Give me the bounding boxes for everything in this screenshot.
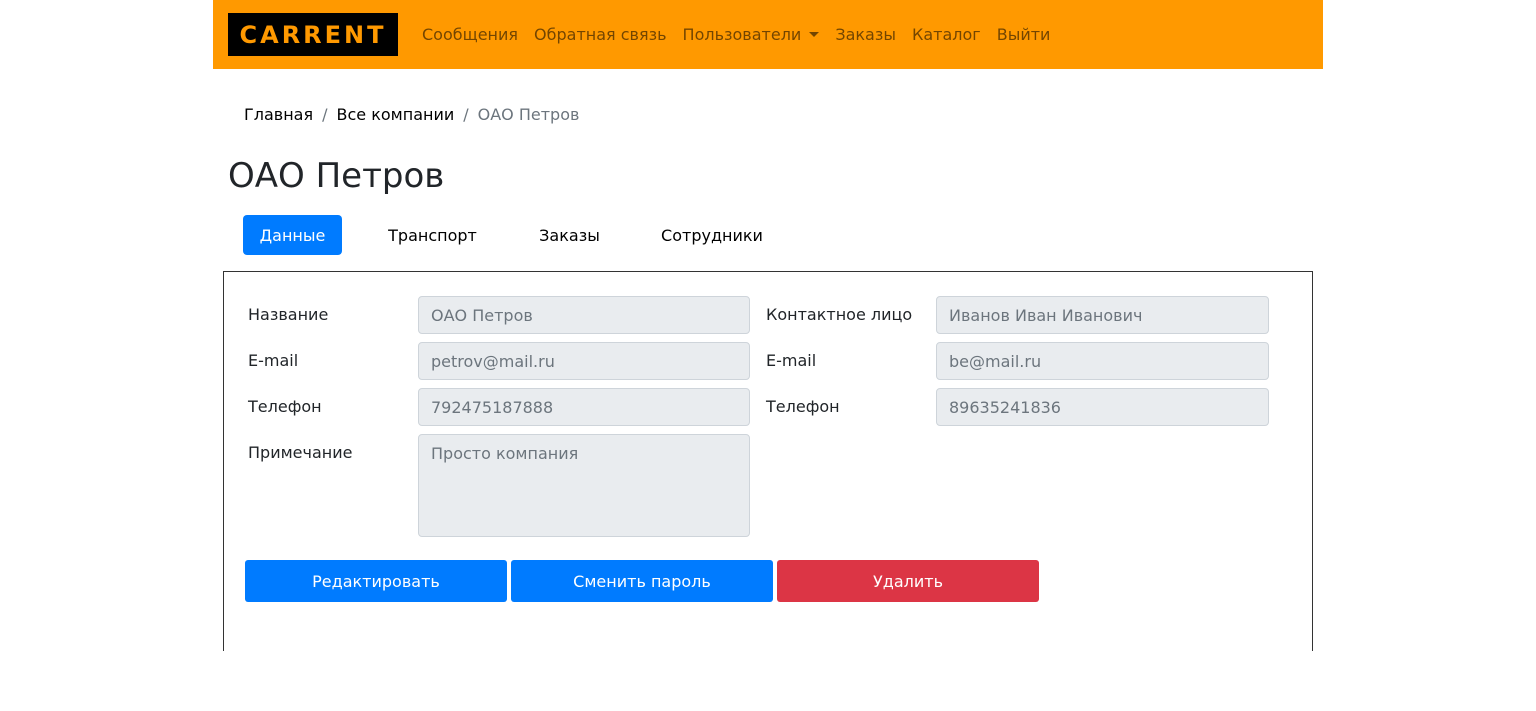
tab-data[interactable]: Данные bbox=[243, 215, 342, 255]
brand-logo[interactable]: CARRENT bbox=[228, 13, 398, 56]
company-note-label: Примечание bbox=[248, 443, 353, 462]
breadcrumb-current: ОАО Петров bbox=[477, 105, 580, 124]
breadcrumb-home[interactable]: Главная bbox=[244, 105, 313, 124]
caret-down-icon bbox=[809, 32, 820, 37]
breadcrumb: Главная / Все компании / ОАО Петров bbox=[244, 105, 579, 124]
page-title: ОАО Петров bbox=[228, 156, 445, 196]
nav-logout[interactable]: Выйти bbox=[989, 25, 1059, 44]
tab-employees[interactable]: Сотрудники bbox=[616, 215, 808, 255]
nav-links: Сообщения Обратная связь Пользователи За… bbox=[414, 0, 1058, 69]
nav-users-label: Пользователи bbox=[682, 25, 802, 44]
top-navbar: CARRENT Сообщения Обратная связь Пользов… bbox=[213, 0, 1323, 69]
breadcrumb-companies[interactable]: Все компании bbox=[337, 105, 455, 124]
edit-button[interactable]: Редактировать bbox=[245, 560, 507, 602]
contact-phone-label: Телефон bbox=[766, 397, 840, 416]
company-name-field[interactable]: ОАО Петров bbox=[418, 296, 750, 334]
contact-email-label: E-mail bbox=[766, 351, 817, 370]
tab-orders[interactable]: Заказы bbox=[523, 215, 616, 255]
nav-orders[interactable]: Заказы bbox=[827, 25, 904, 44]
tab-transport[interactable]: Транспорт bbox=[342, 215, 523, 255]
contact-person-field[interactable]: Иванов Иван Иванович bbox=[936, 296, 1269, 334]
nav-messages[interactable]: Сообщения bbox=[414, 25, 526, 44]
company-phone-field[interactable]: 792475187888 bbox=[418, 388, 750, 426]
contact-email-field[interactable]: be@mail.ru bbox=[936, 342, 1269, 380]
change-password-button[interactable]: Сменить пароль bbox=[511, 560, 773, 602]
nav-feedback[interactable]: Обратная связь bbox=[526, 25, 675, 44]
breadcrumb-separator: / bbox=[463, 105, 469, 124]
company-email-field[interactable]: petrov@mail.ru bbox=[418, 342, 750, 380]
contact-person-label: Контактное лицо bbox=[766, 305, 913, 324]
company-email-label: E-mail bbox=[248, 351, 299, 370]
company-note-textarea[interactable]: Просто компания bbox=[418, 434, 750, 537]
tab-bar: Данные Транспорт Заказы Сотрудники bbox=[243, 215, 808, 255]
nav-users-dropdown[interactable]: Пользователи bbox=[675, 25, 828, 44]
nav-catalog[interactable]: Каталог bbox=[904, 25, 989, 44]
contact-phone-field[interactable]: 89635241836 bbox=[936, 388, 1269, 426]
company-name-label: Название bbox=[248, 305, 329, 324]
company-phone-label: Телефон bbox=[248, 397, 322, 416]
breadcrumb-separator: / bbox=[322, 105, 328, 124]
company-details-card: Название ОАО Петров E-mail petrov@mail.r… bbox=[223, 271, 1313, 651]
delete-button[interactable]: Удалить bbox=[777, 560, 1039, 602]
